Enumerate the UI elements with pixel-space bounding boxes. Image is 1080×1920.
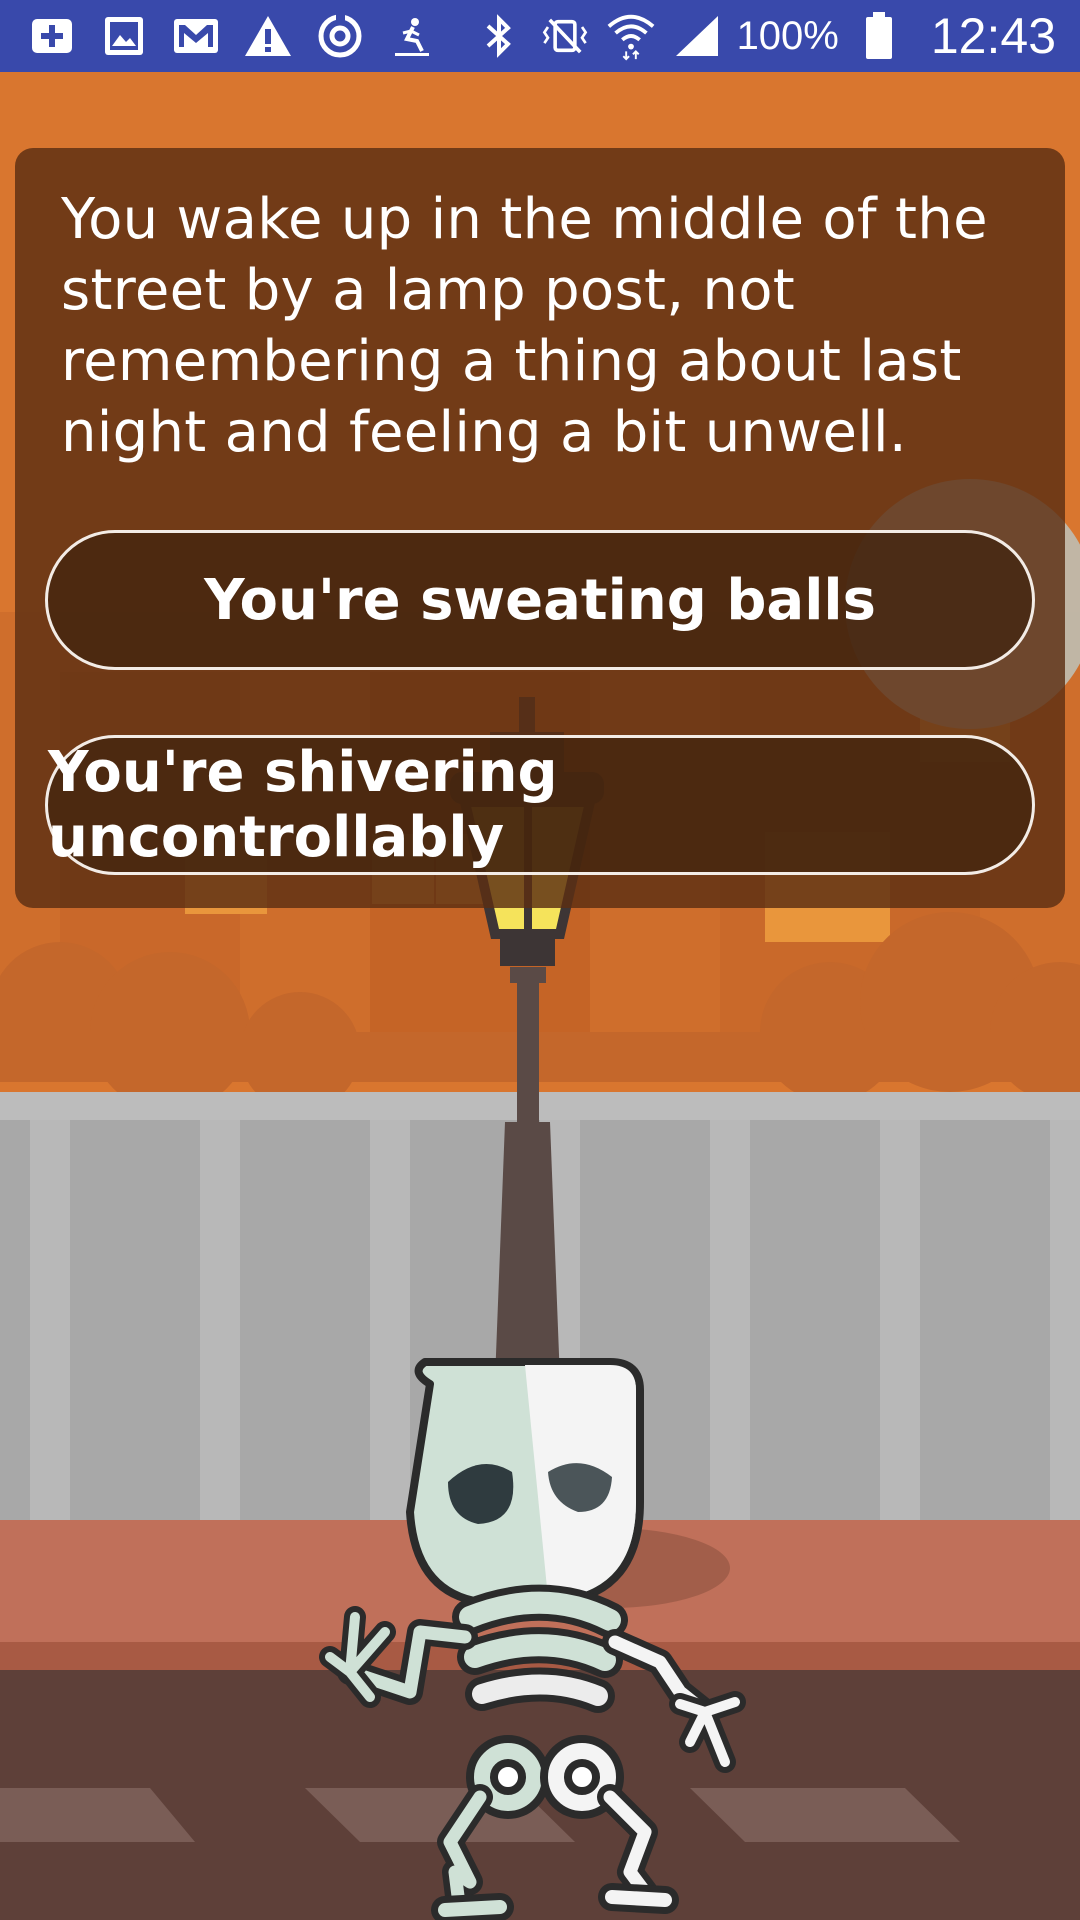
image-icon (98, 10, 150, 62)
warning-icon (242, 10, 294, 62)
battery-percentage: 100% (736, 13, 839, 58)
accessibility-icon (386, 10, 438, 62)
add-box-icon (26, 10, 78, 62)
game-scene: You wake up in the middle of the street … (0, 72, 1080, 1920)
notification-area (26, 10, 438, 62)
story-text: You wake up in the middle of the street … (61, 187, 988, 465)
vibrate-icon (539, 10, 591, 62)
choice-button-sweating[interactable]: You're sweating balls (45, 530, 1035, 670)
sync-icon (314, 10, 366, 62)
system-tray: 100% 12:43 (473, 7, 1056, 65)
gmail-icon (170, 10, 222, 62)
battery-icon (853, 10, 905, 62)
status-bar: 100% 12:43 (0, 0, 1080, 72)
wifi-icon (605, 10, 657, 62)
story-dialog: You wake up in the middle of the street … (15, 148, 1065, 908)
clock: 12:43 (930, 8, 1056, 64)
choice-button-shivering[interactable]: You're shivering uncontrollably (45, 735, 1035, 875)
signal-icon (671, 10, 723, 62)
bluetooth-icon (473, 10, 525, 62)
